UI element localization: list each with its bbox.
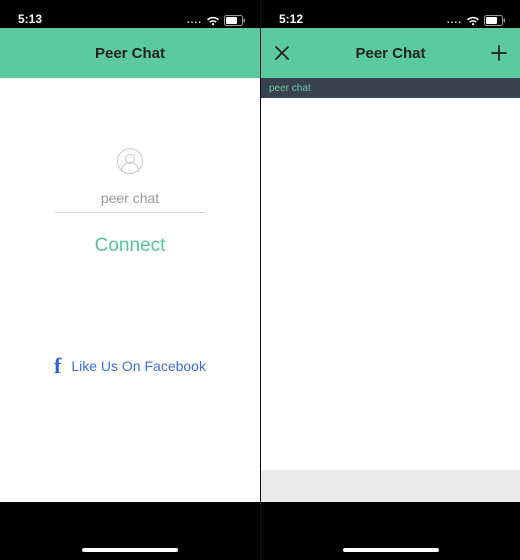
cellular-icon: .... [187,15,202,26]
plus-icon [489,43,509,63]
close-button[interactable] [261,28,303,78]
status-right: .... [447,15,506,26]
peer-row[interactable]: peer chat [261,78,520,98]
status-bar: 5:12 .... [261,0,520,28]
connect-button[interactable]: Connect [95,235,166,257]
facebook-icon: f [54,355,61,377]
status-time: 5:13 [18,12,42,26]
phone-right: 5:12 .... Peer Chat peer chat [260,0,520,560]
close-icon [273,44,291,62]
battery-icon [224,15,246,26]
chat-area [261,98,520,470]
status-bar: 5:13 .... [0,0,260,28]
status-right: .... [187,15,246,26]
peer-row-label: peer chat [269,83,311,94]
phone-left: 5:13 .... Peer Chat Connect f Like Us On… [0,0,260,560]
wifi-icon [206,16,220,26]
facebook-label: Like Us On Facebook [71,358,206,374]
avatar-icon [117,148,143,174]
home-indicator-icon [343,548,439,552]
cellular-icon: .... [447,15,462,26]
battery-icon [484,15,506,26]
login-screen: Connect f Like Us On Facebook [0,78,260,502]
add-button[interactable] [478,28,520,78]
wifi-icon [466,16,480,26]
app-title: Peer Chat [95,45,165,62]
status-time: 5:12 [279,12,303,26]
home-indicator-icon [82,548,178,552]
app-bar: Peer Chat [261,28,520,78]
message-input-bar[interactable] [261,470,520,502]
app-title: Peer Chat [355,45,425,62]
username-input[interactable] [55,186,205,213]
app-bar: Peer Chat [0,28,260,78]
home-bar [0,502,260,560]
facebook-link[interactable]: f Like Us On Facebook [54,355,206,377]
home-bar [261,502,520,560]
